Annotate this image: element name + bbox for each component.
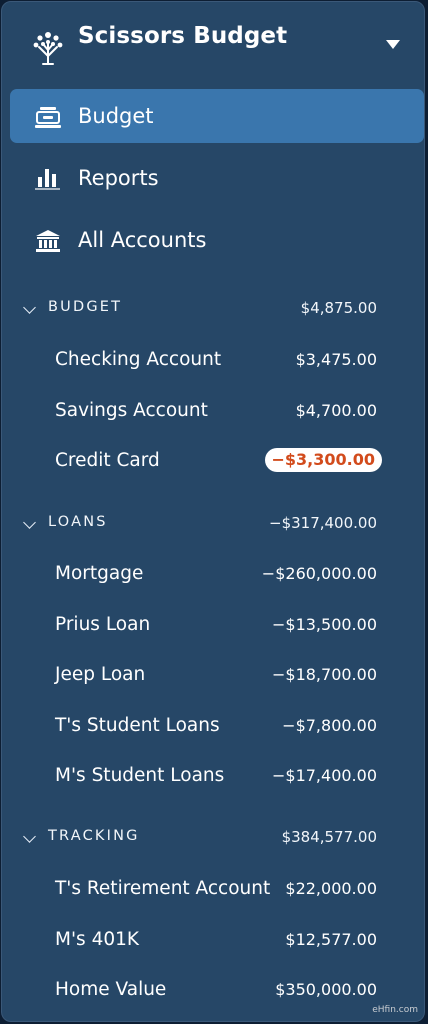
budget-name: Scissors Budget	[78, 23, 288, 49]
account-balance: −$17,400.00	[271, 766, 377, 785]
nav-all-accounts[interactable]: All Accounts	[10, 213, 424, 267]
account-balance: −$13,500.00	[271, 615, 377, 634]
bank-icon	[36, 230, 60, 252]
account-balance: −$18,700.00	[271, 665, 377, 684]
account-name: T's Retirement Account	[55, 878, 271, 899]
group-label: TRACKING	[48, 828, 140, 844]
group-header-budget[interactable]: BUDGET $4,875.00	[2, 294, 424, 324]
group-label: LOANS	[48, 514, 108, 530]
account-name: Checking Account	[55, 349, 222, 370]
account-name: M's Student Loans	[55, 765, 225, 786]
chevron-down-icon[interactable]	[23, 301, 36, 314]
account-row[interactable]: T's Retirement Account $22,000.00	[2, 872, 424, 906]
group-balance: $384,577.00	[281, 828, 377, 846]
negative-balance-badge: −$3,300.00	[264, 448, 382, 472]
watermark: eHfin.com	[372, 1005, 418, 1015]
account-name: Jeep Loan	[55, 664, 146, 685]
group-header-loans[interactable]: LOANS −$317,400.00	[2, 509, 424, 539]
account-row[interactable]: Savings Account $4,700.00	[2, 394, 424, 428]
group-balance: $4,875.00	[300, 299, 377, 317]
account-name: Prius Loan	[55, 614, 151, 635]
bar-chart-icon	[35, 169, 60, 190]
account-row[interactable]: Home Value $350,000.00	[2, 973, 424, 1007]
account-name: Savings Account	[55, 400, 208, 421]
group-label: BUDGET	[48, 299, 123, 315]
chevron-down-icon[interactable]	[23, 516, 36, 529]
account-balance: $12,577.00	[285, 930, 377, 949]
nav-label: All Accounts	[78, 228, 207, 252]
account-row[interactable]: Mortgage −$260,000.00	[2, 557, 424, 591]
budget-header[interactable]: Scissors Budget	[2, 2, 424, 80]
nav-reports[interactable]: Reports	[10, 151, 424, 205]
caret-down-icon[interactable]	[386, 40, 400, 49]
account-name: M's 401K	[55, 929, 140, 950]
account-row[interactable]: M's Student Loans −$17,400.00	[2, 759, 424, 793]
account-row[interactable]: M's 401K $12,577.00	[2, 923, 424, 957]
account-balance: −$7,800.00	[282, 716, 377, 735]
chevron-down-icon[interactable]	[23, 830, 36, 843]
group-header-tracking[interactable]: TRACKING $384,577.00	[2, 823, 424, 853]
account-balance: $22,000.00	[285, 879, 377, 898]
budget-wallet-icon	[35, 107, 61, 128]
sidebar: Scissors Budget Budget Reports All Accou…	[1, 1, 425, 1022]
account-balance: −$260,000.00	[261, 564, 377, 583]
account-row[interactable]: Prius Loan −$13,500.00	[2, 608, 424, 642]
account-row[interactable]: Jeep Loan −$18,700.00	[2, 658, 424, 692]
group-balance: −$317,400.00	[269, 514, 377, 532]
tree-icon	[33, 32, 63, 65]
account-name: Mortgage	[55, 563, 144, 584]
account-name: Credit Card	[55, 450, 160, 471]
account-row[interactable]: Checking Account $3,475.00	[2, 343, 424, 377]
account-balance: $4,700.00	[295, 401, 377, 420]
nav-label: Budget	[78, 104, 154, 128]
account-name: Home Value	[55, 979, 167, 1000]
nav-label: Reports	[78, 166, 159, 190]
account-balance: $3,475.00	[295, 350, 377, 369]
account-row[interactable]: Credit Card −$3,300.00	[2, 444, 424, 478]
nav-budget[interactable]: Budget	[10, 89, 424, 143]
account-name: T's Student Loans	[55, 715, 220, 736]
account-row[interactable]: T's Student Loans −$7,800.00	[2, 709, 424, 743]
account-balance: $350,000.00	[275, 980, 377, 999]
